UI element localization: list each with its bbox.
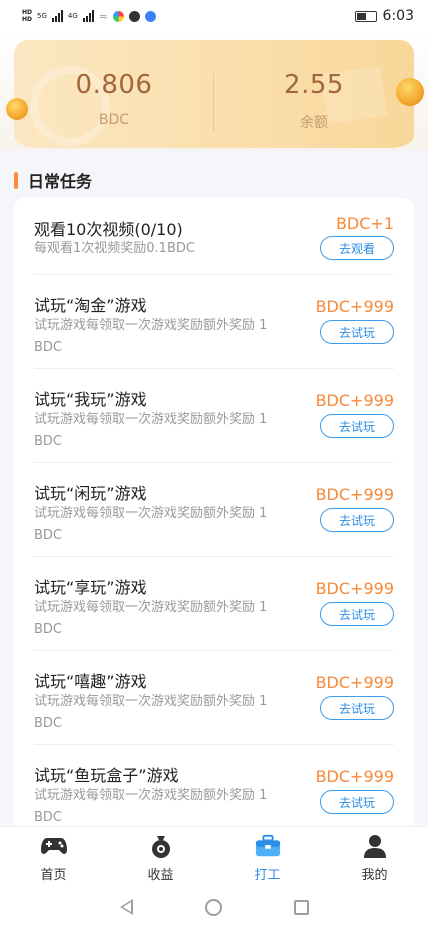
task-reward: BDC+999: [315, 485, 394, 504]
cash-label: 余额: [300, 115, 328, 131]
bdc-value: 0.806: [75, 70, 153, 100]
coin-left-icon: [6, 98, 28, 120]
briefcase-icon: [255, 834, 281, 858]
try-game-button[interactable]: 去试玩: [320, 508, 394, 532]
task-title: 试玩“嘻趣”游戏: [34, 672, 147, 691]
nav-label-mine: 我的: [361, 867, 388, 883]
nav-label-earnings: 收益: [147, 867, 174, 883]
coin-right-icon: [396, 78, 424, 106]
try-game-button[interactable]: 去试玩: [320, 790, 394, 814]
cash-balance[interactable]: 2.55 余额: [224, 70, 404, 132]
hd-bottom: HD: [22, 16, 33, 23]
message-icon: [129, 10, 141, 22]
network-type-1: 5G: [37, 12, 47, 20]
status-bar: HD HD 5G 4G ≈ 6:03: [0, 0, 428, 32]
network-type-2: 4G: [67, 12, 78, 20]
wifi-icon: ≈: [98, 9, 109, 23]
task-title: 试玩“享玩”游戏: [34, 578, 147, 597]
task-description: 试玩游戏每领取一次游戏奖励额外奖励 1 BDC: [34, 694, 268, 731]
section-accent-bar: [14, 171, 18, 189]
system-nav-bar: [0, 888, 428, 926]
try-game-button[interactable]: 去试玩: [320, 414, 394, 438]
task-title: 观看10次视频(0/10): [34, 220, 183, 239]
app-notification-icon: [113, 10, 125, 22]
balance-divider: [213, 74, 214, 132]
task-item: 观看10次视频(0/10) 每观看1次视频奖励0.1BDC BDC+1 去观看: [14, 198, 414, 275]
user-icon: [362, 834, 388, 858]
balance-card: 0.806 BDC 2.55 余额: [14, 40, 414, 148]
battery-icon: [354, 10, 377, 22]
section-title: 日常任务: [28, 172, 93, 191]
nav-label-work: 打工: [254, 867, 281, 883]
task-reward: BDC+999: [315, 391, 394, 410]
task-description: 试玩游戏每领取一次游戏奖励额外奖励 1 BDC: [34, 506, 268, 543]
hd-top: HD: [22, 9, 33, 16]
home-icon[interactable]: [204, 898, 222, 916]
task-reward: BDC+999: [315, 579, 394, 598]
bdc-label: BDC: [98, 112, 130, 128]
bottom-nav: 首页 收益 打工 我的: [0, 826, 428, 888]
app-icon: [145, 10, 157, 22]
task-item: 试玩“鱼玩盒子”游戏 试玩游戏每领取一次游戏奖励额外奖励 1 BDC BDC+9…: [14, 745, 414, 838]
watch-video-button[interactable]: 去观看: [320, 236, 394, 260]
task-item: 试玩“闲玩”游戏 试玩游戏每领取一次游戏奖励额外奖励 1 BDC BDC+999…: [14, 463, 414, 557]
task-description: 试玩游戏每领取一次游戏奖励额外奖励 1 BDC: [34, 318, 268, 355]
task-reward: BDC+1: [335, 214, 394, 233]
task-item: 试玩“嘻趣”游戏 试玩游戏每领取一次游戏奖励额外奖励 1 BDC BDC+999…: [14, 651, 414, 745]
nav-item-home[interactable]: 首页: [0, 827, 107, 889]
signal-icon-1: [51, 10, 63, 22]
task-list: 观看10次视频(0/10) 每观看1次视频奖励0.1BDC BDC+1 去观看 …: [14, 198, 414, 838]
nav-label-home: 首页: [40, 867, 67, 883]
task-title: 试玩“鱼玩盒子”游戏: [34, 766, 179, 785]
task-reward: BDC+999: [315, 767, 394, 786]
status-right: 6:03: [354, 8, 414, 24]
task-item: 试玩“享玩”游戏 试玩游戏每领取一次游戏奖励额外奖励 1 BDC BDC+999…: [14, 557, 414, 651]
task-reward: BDC+999: [315, 297, 394, 316]
nav-item-mine[interactable]: 我的: [321, 827, 428, 889]
nav-item-earnings[interactable]: 收益: [107, 827, 214, 889]
task-title: 试玩“闲玩”游戏: [34, 484, 147, 503]
try-game-button[interactable]: 去试玩: [320, 602, 394, 626]
cash-value: 2.55: [284, 70, 344, 100]
task-reward: BDC+999: [315, 673, 394, 692]
money-bag-icon: [148, 834, 174, 858]
task-description: 试玩游戏每领取一次游戏奖励额外奖励 1 BDC: [34, 412, 268, 449]
task-item: 试玩“我玩”游戏 试玩游戏每领取一次游戏奖励额外奖励 1 BDC BDC+999…: [14, 369, 414, 463]
task-item: 试玩“淘金”游戏 试玩游戏每领取一次游戏奖励额外奖励 1 BDC BDC+999…: [14, 275, 414, 369]
task-description: 每观看1次视频奖励0.1BDC: [34, 241, 195, 256]
task-description: 试玩游戏每领取一次游戏奖励额外奖励 1 BDC: [34, 788, 268, 825]
signal-icon-2: [82, 10, 94, 22]
task-title: 试玩“我玩”游戏: [34, 390, 147, 409]
bdc-balance[interactable]: 0.806 BDC: [24, 70, 204, 128]
status-left: HD HD 5G 4G ≈: [22, 9, 157, 23]
nav-item-work[interactable]: 打工: [214, 827, 321, 889]
gamepad-icon: [40, 834, 67, 858]
try-game-button[interactable]: 去试玩: [320, 696, 394, 720]
task-title: 试玩“淘金”游戏: [34, 296, 147, 315]
recent-apps-icon[interactable]: [293, 899, 309, 915]
section-header: 日常任务: [14, 168, 92, 192]
task-description: 试玩游戏每领取一次游戏奖励额外奖励 1 BDC: [34, 600, 268, 637]
try-game-button[interactable]: 去试玩: [320, 320, 394, 344]
clock: 6:03: [382, 8, 414, 24]
hd-indicator: HD HD: [22, 9, 32, 23]
back-icon[interactable]: [119, 899, 133, 915]
